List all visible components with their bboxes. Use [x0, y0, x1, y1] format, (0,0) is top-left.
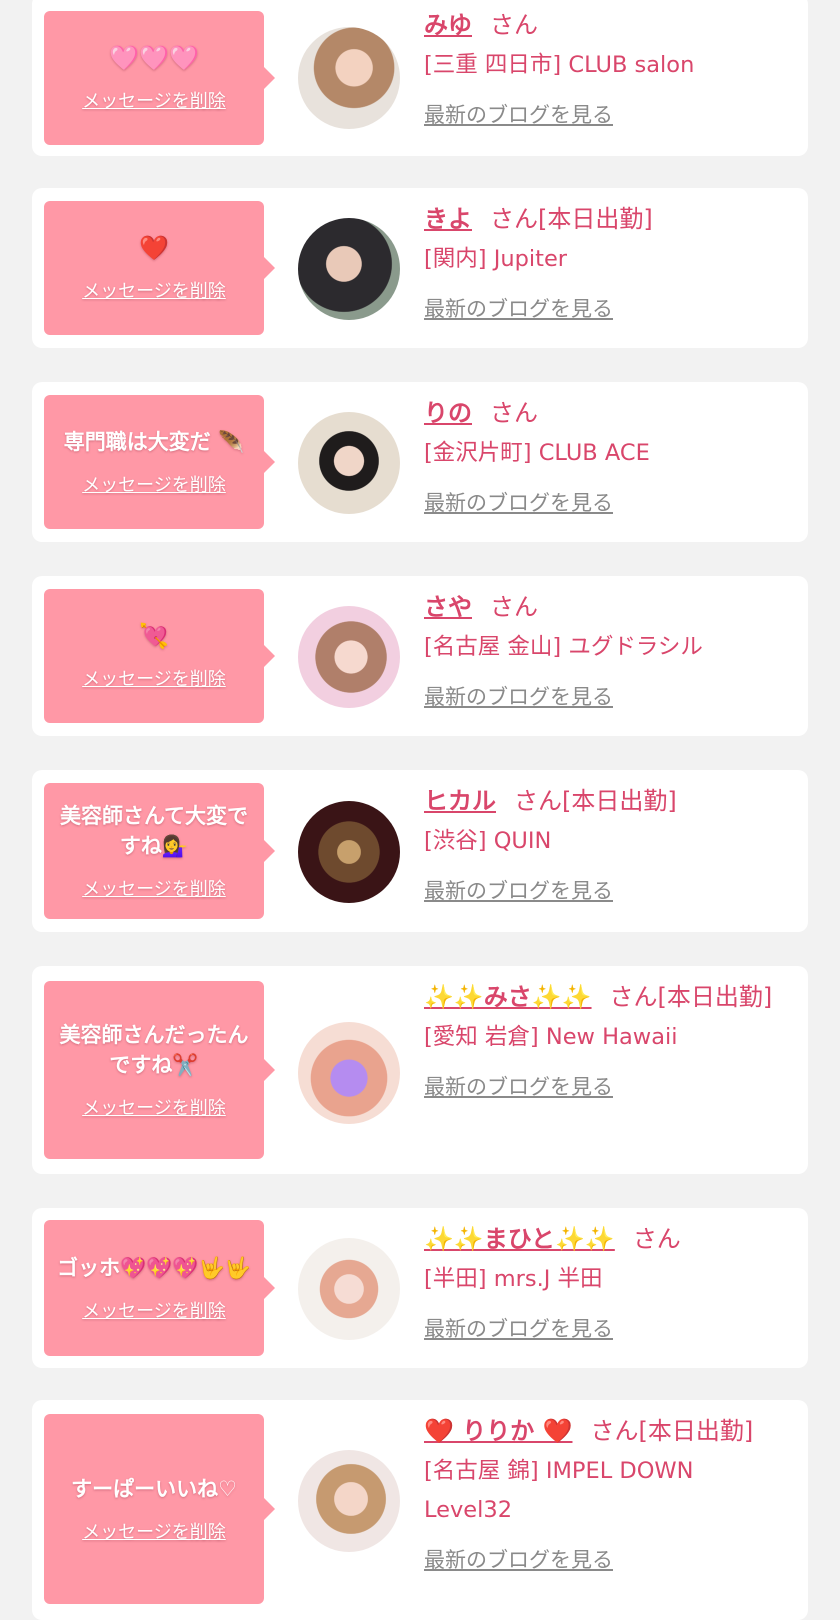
- delete-message-link[interactable]: メッセージを削除: [82, 1518, 226, 1544]
- list-item: ❤️ メッセージを削除 きよ さん[本日出勤] [関内] Jupiter 最新のブ…: [32, 188, 808, 348]
- list-item: 専門職は大変だ 🪶 メッセージを削除 りの さん [金沢片町] CLUB ACE …: [32, 382, 808, 542]
- blog-link[interactable]: 最新のブログを見る: [424, 293, 613, 323]
- shop-label: [金沢片町] CLUB ACE: [424, 440, 650, 466]
- message-bubble: ❤️ メッセージを削除: [44, 201, 275, 335]
- cast-name-link[interactable]: ✨✨みさ✨✨: [424, 983, 592, 1011]
- message-bubble: 💘 メッセージを削除: [44, 589, 275, 723]
- name-suffix: さん: [490, 399, 538, 427]
- message-text: ゴッホ💖💖💖🤟🤟: [57, 1256, 251, 1280]
- list-item: 💘 メッセージを削除 さや さん [名古屋 金山] ユグドラシル 最新のブログを見…: [32, 576, 808, 736]
- name-suffix: さん: [490, 11, 538, 39]
- cast-name-link[interactable]: ヒカル: [424, 787, 496, 815]
- message-text: 専門職は大変だ 🪶: [63, 430, 245, 454]
- message-text: すーぱーいいね♡: [71, 1477, 237, 1501]
- delete-message-link[interactable]: メッセージを削除: [82, 471, 226, 497]
- list-item: 🩷🩷🩷 メッセージを削除 みゆ さん [三重 四日市] CLUB salon 最新…: [32, 0, 808, 156]
- cast-name-link[interactable]: みゆ: [424, 11, 472, 39]
- list-item: すーぱーいいね♡ メッセージを削除 ❤️ りりか ❤️ さん[本日出勤] [名古屋…: [32, 1400, 808, 1620]
- avatar[interactable]: [298, 27, 400, 129]
- avatar[interactable]: [298, 1450, 400, 1552]
- cast-name-link[interactable]: りの: [424, 399, 472, 427]
- name-suffix: さん[本日出勤]: [490, 205, 653, 233]
- blog-link[interactable]: 最新のブログを見る: [424, 875, 613, 905]
- avatar[interactable]: [298, 1022, 400, 1124]
- delete-message-link[interactable]: メッセージを削除: [82, 1094, 226, 1120]
- name-suffix: さん[本日出勤]: [590, 1417, 754, 1445]
- shop-label: [関内] Jupiter: [424, 246, 568, 272]
- blog-link[interactable]: 最新のブログを見る: [424, 1313, 613, 1343]
- message-bubble: 美容師さんだったんですね✂️ メッセージを削除: [44, 981, 275, 1159]
- message-text: 美容師さんだったんですね✂️: [59, 1023, 249, 1077]
- cast-name-link[interactable]: きよ: [424, 205, 472, 233]
- blog-link[interactable]: 最新のブログを見る: [424, 1071, 613, 1101]
- delete-message-link[interactable]: メッセージを削除: [82, 1297, 226, 1323]
- message-text: 美容師さんて大変ですね💁‍♀️: [60, 804, 248, 858]
- blog-link[interactable]: 最新のブログを見る: [424, 487, 613, 517]
- message-text: 🩷🩷🩷: [109, 44, 199, 72]
- cast-name-link[interactable]: さや: [424, 593, 472, 621]
- shop-label: [名古屋 錦] IMPEL DOWN Level32: [424, 1458, 694, 1523]
- avatar[interactable]: [298, 801, 400, 903]
- delete-message-link[interactable]: メッセージを削除: [82, 665, 226, 691]
- name-suffix: さん: [490, 593, 538, 621]
- message-bubble: 専門職は大変だ 🪶 メッセージを削除: [44, 395, 275, 529]
- blog-link[interactable]: 最新のブログを見る: [424, 1544, 613, 1574]
- cast-name-link[interactable]: ✨✨まひと✨✨: [424, 1225, 615, 1253]
- message-text: ❤️: [139, 234, 169, 262]
- message-text: 💘: [139, 622, 169, 650]
- avatar[interactable]: [298, 218, 400, 320]
- delete-message-link[interactable]: メッセージを削除: [82, 277, 226, 303]
- list-item: 美容師さんて大変ですね💁‍♀️ メッセージを削除 ヒカル さん[本日出勤] [渋谷…: [32, 770, 808, 932]
- message-bubble: 🩷🩷🩷 メッセージを削除: [44, 11, 275, 145]
- message-list: 🩷🩷🩷 メッセージを削除 みゆ さん [三重 四日市] CLUB salon 最新…: [0, 0, 840, 1620]
- blog-link[interactable]: 最新のブログを見る: [424, 99, 613, 129]
- name-suffix: さん[本日出勤]: [514, 787, 677, 815]
- shop-label: [渋谷] QUIN: [424, 828, 552, 854]
- message-bubble: ゴッホ💖💖💖🤟🤟 メッセージを削除: [44, 1220, 275, 1356]
- delete-message-link[interactable]: メッセージを削除: [82, 875, 226, 901]
- avatar[interactable]: [298, 1238, 400, 1340]
- avatar[interactable]: [298, 606, 400, 708]
- name-suffix: さん[本日出勤]: [609, 983, 773, 1011]
- message-bubble: すーぱーいいね♡ メッセージを削除: [44, 1414, 275, 1604]
- name-suffix: さん: [632, 1225, 681, 1253]
- avatar[interactable]: [298, 412, 400, 514]
- delete-message-link[interactable]: メッセージを削除: [82, 87, 226, 113]
- blog-link[interactable]: 最新のブログを見る: [424, 681, 613, 711]
- list-item: 美容師さんだったんですね✂️ メッセージを削除 ✨✨みさ✨✨ さん[本日出勤] […: [32, 966, 808, 1174]
- cast-name-link[interactable]: ❤️ りりか ❤️: [424, 1417, 572, 1445]
- list-item: ゴッホ💖💖💖🤟🤟 メッセージを削除 ✨✨まひと✨✨ さん [半田] mrs.J 半…: [32, 1208, 808, 1368]
- shop-label: [半田] mrs.J 半田: [424, 1266, 603, 1292]
- shop-label: [三重 四日市] CLUB salon: [424, 52, 695, 78]
- shop-label: [愛知 岩倉] New Hawaii: [424, 1024, 678, 1050]
- message-bubble: 美容師さんて大変ですね💁‍♀️ メッセージを削除: [44, 783, 275, 919]
- shop-label: [名古屋 金山] ユグドラシル: [424, 634, 703, 660]
